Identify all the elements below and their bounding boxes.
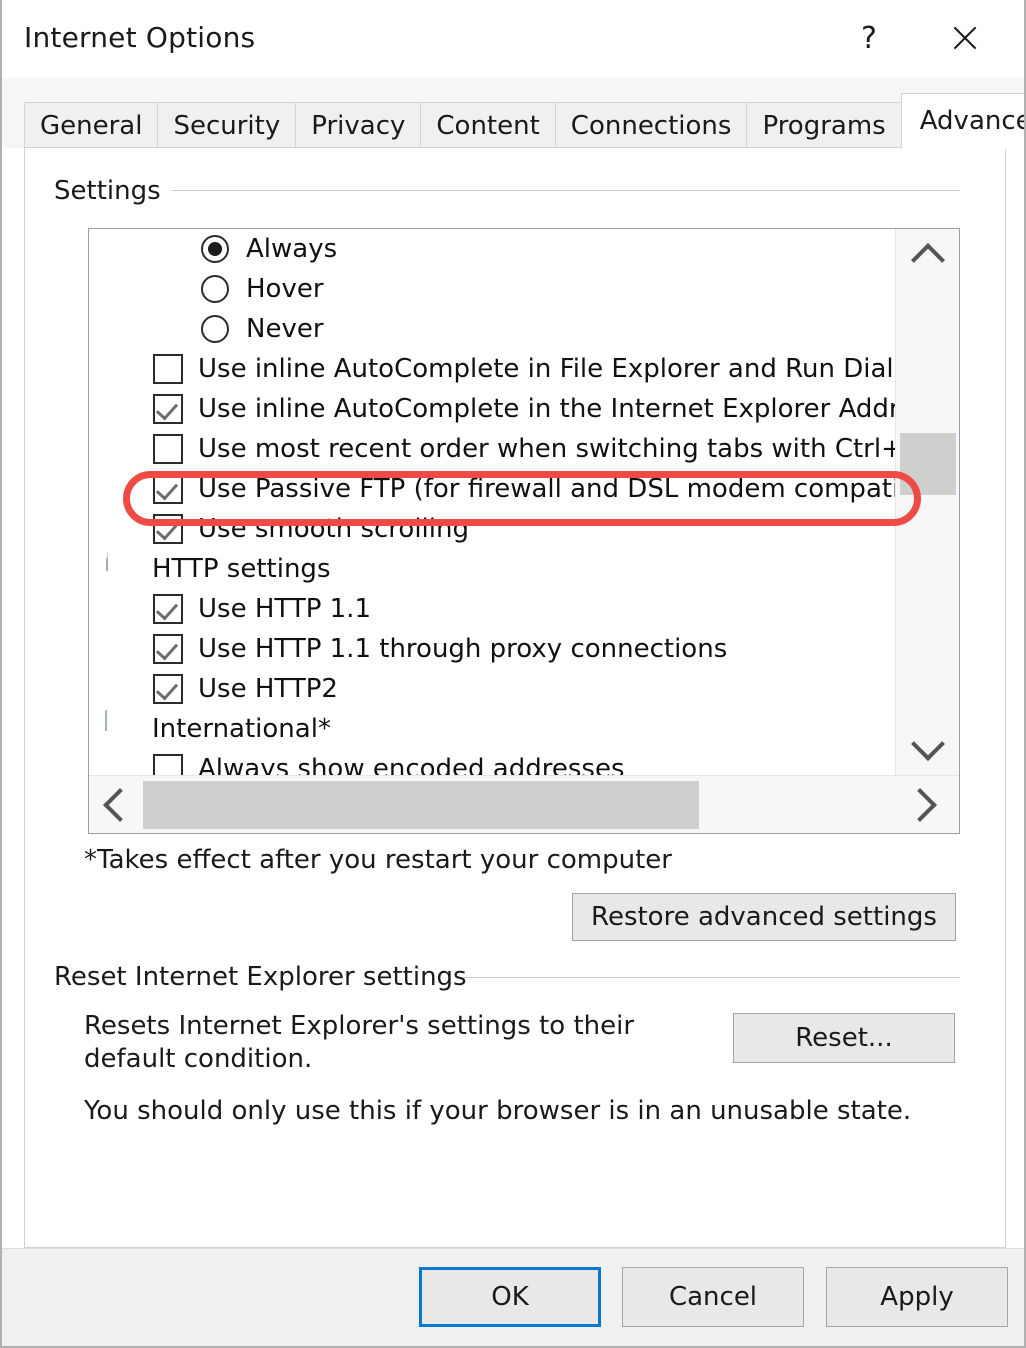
checkbox-smooth-scrolling[interactable] [153, 514, 183, 544]
restore-advanced-settings-button[interactable]: Restore advanced settings [572, 893, 956, 941]
chevron-left-icon [103, 787, 137, 822]
reset-group-label: Reset Internet Explorer settings [54, 962, 479, 992]
tab-security[interactable]: Security [157, 102, 297, 148]
close-button[interactable] [932, 6, 998, 70]
tab-label: Connections [570, 110, 732, 141]
title-bar: Internet Options ? [2, 0, 1024, 78]
list-category-http-settings: HTTP settings [89, 549, 895, 589]
checkbox-inline-autocomplete-address[interactable] [153, 394, 183, 424]
window-icon [103, 710, 139, 747]
list-category-international: International* [89, 709, 895, 749]
tab-label: General [40, 110, 143, 141]
list-item-label: Always show encoded addresses [198, 754, 625, 775]
radio-hover[interactable] [201, 275, 229, 303]
close-icon [950, 23, 980, 53]
list-item-label: HTTP settings [152, 554, 331, 584]
checkbox-always-show-encoded-addresses[interactable] [153, 754, 183, 775]
list-item-label: Never [246, 314, 324, 344]
list-item[interactable]: Use inline AutoComplete in the Internet … [89, 389, 895, 429]
dialog-footer: OK Cancel Apply [2, 1248, 1024, 1346]
checkbox-http-1-1[interactable] [153, 594, 183, 624]
reset-warning: You should only use this if your browser… [84, 1096, 912, 1126]
tab-privacy[interactable]: Privacy [295, 102, 422, 148]
tab-label: Security [173, 110, 281, 141]
list-item-label: Use inline AutoComplete in the Internet … [198, 394, 895, 424]
list-item[interactable]: Use smooth scrolling [89, 509, 895, 549]
reset-button[interactable]: Reset... [733, 1013, 955, 1063]
list-item[interactable]: Always [89, 229, 895, 269]
list-item-label: Always [246, 234, 338, 264]
list-item-label: Hover [246, 274, 324, 304]
horizontal-scrollbar[interactable] [89, 775, 959, 833]
list-item-label: Use most recent order when switching tab… [198, 434, 895, 464]
settings-list: Always Hover Never Use inline AutoComple… [89, 229, 895, 775]
window-title: Internet Options [24, 21, 256, 54]
list-item[interactable]: Never [89, 309, 895, 349]
scroll-right-button[interactable] [895, 776, 951, 833]
tab-connections[interactable]: Connections [554, 102, 748, 148]
list-item-passive-ftp[interactable]: Use Passive FTP (for firewall and DSL mo… [89, 469, 895, 509]
scroll-up-button[interactable] [896, 229, 959, 285]
list-item-label: Use HTTP 1.1 through proxy connections [198, 634, 728, 664]
radio-always[interactable] [201, 235, 229, 263]
list-item-label: Use smooth scrolling [198, 514, 469, 544]
checkbox-most-recent-order-tabs[interactable] [153, 434, 183, 464]
list-item[interactable]: Use HTTP 1.1 through proxy connections [89, 629, 895, 669]
vertical-scrollbar-thumb[interactable] [900, 433, 956, 495]
checkbox-inline-autocomplete-file-explorer[interactable] [153, 354, 183, 384]
tab-label: Content [436, 110, 540, 141]
settings-group-label: Settings [54, 176, 173, 206]
tab-label: Privacy [311, 110, 406, 141]
tab-advanced[interactable]: Advanced [900, 93, 1024, 149]
scroll-down-button[interactable] [896, 719, 959, 775]
horizontal-scrollbar-thumb[interactable] [143, 781, 699, 829]
list-item-label: Use HTTP 1.1 [198, 594, 371, 624]
tab-content[interactable]: Content [420, 102, 556, 148]
list-item-label: Use inline AutoComplete in File Explorer… [198, 354, 895, 384]
settings-group-rule [172, 190, 960, 191]
list-item-label: Use Passive FTP (for firewall and DSL mo… [198, 474, 895, 504]
radio-never[interactable] [201, 315, 229, 343]
page-icon [103, 550, 139, 587]
apply-button[interactable]: Apply [826, 1267, 1008, 1327]
help-button[interactable]: ? [836, 6, 902, 70]
tab-label: Advanced [919, 106, 1024, 136]
settings-listbox[interactable]: Always Hover Never Use inline AutoComple… [88, 228, 960, 834]
internet-options-dialog: Internet Options ? General Security Priv… [0, 0, 1026, 1348]
checkbox-passive-ftp[interactable] [153, 474, 183, 504]
reset-group-rule [464, 977, 960, 978]
list-item[interactable]: Hover [89, 269, 895, 309]
tab-strip: General Security Privacy Content Connect… [2, 78, 1024, 149]
list-item[interactable]: Use most recent order when switching tab… [89, 429, 895, 469]
checkbox-http2[interactable] [153, 674, 183, 704]
tab-programs[interactable]: Programs [746, 102, 902, 148]
tab-general[interactable]: General [24, 102, 159, 148]
ok-button[interactable]: OK [419, 1267, 601, 1327]
reset-description: Resets Internet Explorer's settings to t… [84, 1011, 635, 1075]
list-item[interactable]: Use HTTP 1.1 [89, 589, 895, 629]
chevron-down-icon [911, 726, 945, 761]
scroll-left-button[interactable] [89, 776, 145, 833]
list-item[interactable]: Use inline AutoComplete in File Explorer… [89, 349, 895, 389]
list-item-label: Use HTTP2 [198, 674, 338, 704]
checkbox-http-1-1-proxy[interactable] [153, 634, 183, 664]
restart-footnote: *Takes effect after you restart your com… [84, 845, 672, 875]
tab-label: Programs [762, 110, 886, 141]
vertical-scrollbar[interactable] [895, 229, 959, 775]
cancel-button[interactable]: Cancel [622, 1267, 804, 1327]
list-item[interactable]: Use HTTP2 [89, 669, 895, 709]
list-item-label: International* [152, 714, 331, 744]
list-item[interactable]: Always show encoded addresses [89, 749, 895, 775]
chevron-right-icon [903, 787, 937, 822]
chevron-up-icon [911, 243, 945, 277]
